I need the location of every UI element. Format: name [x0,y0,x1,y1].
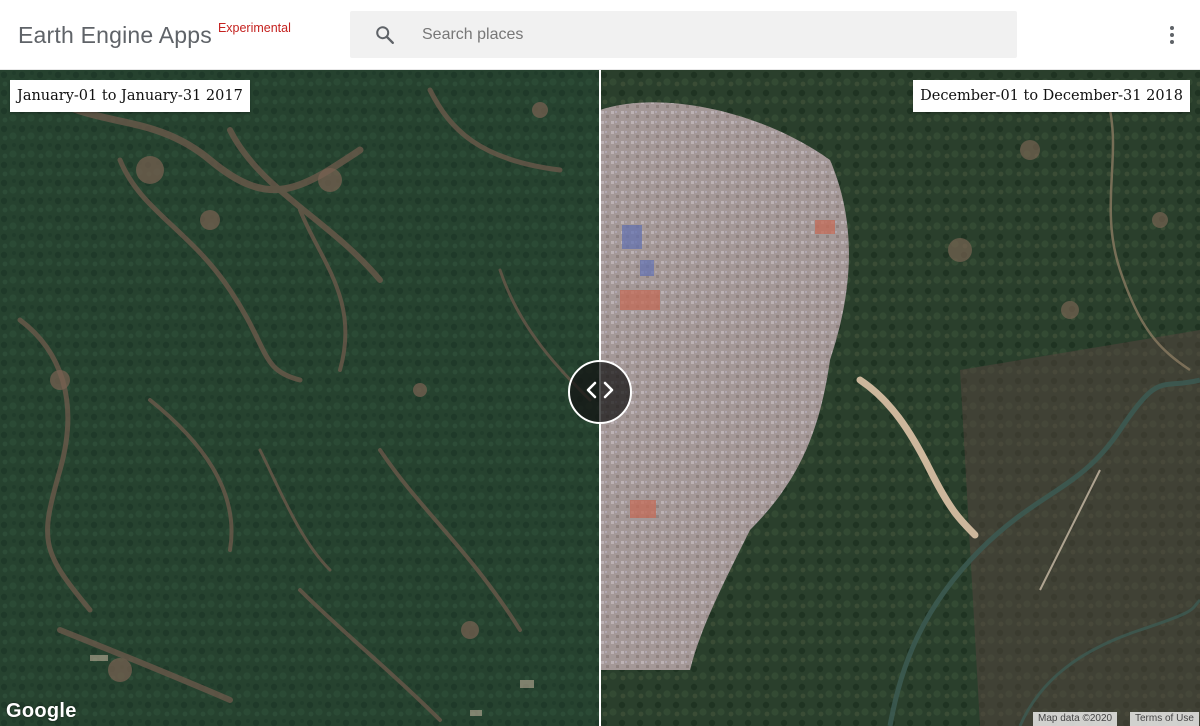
menu-dot [1170,33,1174,37]
experimental-badge: Experimental [217,21,291,35]
brand[interactable]: Earth Engine Apps Experimental [18,20,291,50]
search-icon[interactable] [374,24,396,46]
map-pane-right[interactable] [600,70,1200,726]
menu-dot [1170,26,1174,30]
date-label-right: December-01 to December-31 2018 [913,80,1190,112]
app-header: Earth Engine Apps Experimental [0,0,1200,70]
map-view[interactable]: January-01 to January-31 2017 December-0… [0,70,1200,726]
google-logo[interactable]: Google [6,700,77,723]
split-handle[interactable] [568,360,632,424]
search-input[interactable] [422,11,992,58]
app-title[interactable]: Earth Engine Apps [18,20,212,50]
map-attribution: Map data ©2020 [1033,712,1118,726]
code-arrows-icon [584,378,616,407]
more-vert-icon[interactable] [1160,23,1184,47]
search-box[interactable] [350,11,1017,58]
map-pane-left[interactable] [0,70,600,726]
satellite-image-2017 [0,70,600,726]
terms-of-use-link[interactable]: Terms of Use [1130,712,1199,726]
satellite-image-2018 [600,70,1200,726]
menu-dot [1170,40,1174,44]
date-label-left: January-01 to January-31 2017 [10,80,250,112]
